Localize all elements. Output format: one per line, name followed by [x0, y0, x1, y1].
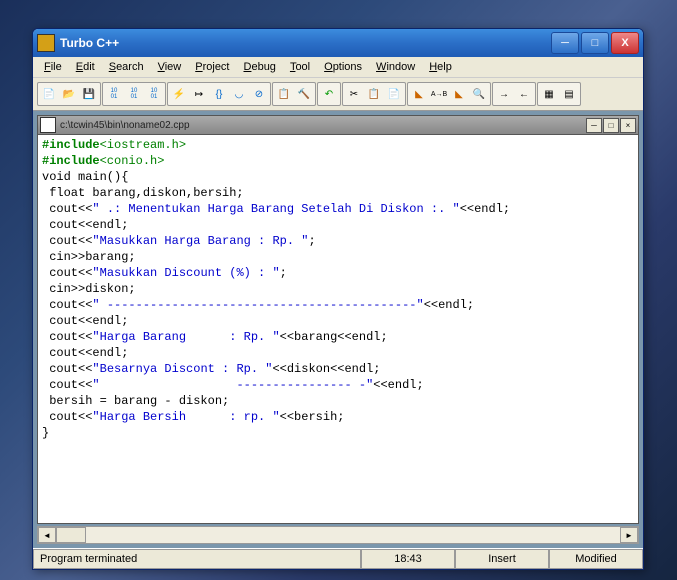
menu-search[interactable]: Search — [102, 59, 151, 75]
binary2-icon[interactable]: 1001 — [124, 84, 144, 104]
watch-icon[interactable]: ◡ — [229, 84, 249, 104]
compile-icon[interactable]: 📋 — [274, 84, 294, 104]
scroll-right-button[interactable]: ► — [620, 527, 638, 543]
close-button[interactable]: X — [611, 32, 639, 54]
code-editor[interactable]: #include<iostream.h> #include<conio.h> v… — [37, 135, 639, 524]
app-icon — [37, 34, 55, 52]
status-mode: Insert — [455, 549, 549, 569]
document-titlebar[interactable]: c:\tcwin45\bin\noname02.cpp ─ □ × — [37, 115, 639, 135]
step-icon[interactable]: ↦ — [189, 84, 209, 104]
new-file-icon[interactable]: 📄 — [39, 84, 59, 104]
toolbar: 📄 📂 💾 1001 1001 1001 ⚡ ↦ {} ◡ ⊘ 📋 🔨 ↶ ✂ … — [33, 78, 643, 111]
menu-project[interactable]: Project — [188, 59, 236, 75]
titlebar[interactable]: Turbo C++ ─ □ X — [33, 29, 643, 57]
menu-help[interactable]: Help — [422, 59, 459, 75]
menu-tool[interactable]: Tool — [283, 59, 317, 75]
run-icon[interactable]: ⚡ — [169, 84, 189, 104]
replace-icon[interactable]: A→B — [429, 84, 449, 104]
scroll-thumb[interactable] — [56, 527, 86, 543]
undo-icon[interactable]: ↶ — [319, 84, 339, 104]
client-area: c:\tcwin45\bin\noname02.cpp ─ □ × #inclu… — [33, 111, 643, 548]
copy-icon[interactable]: 📋 — [364, 84, 384, 104]
window1-icon[interactable]: ▦ — [539, 84, 559, 104]
prev-icon[interactable]: ← — [514, 84, 534, 104]
status-position: 18:43 — [361, 549, 455, 569]
open-file-icon[interactable]: 📂 — [59, 84, 79, 104]
menubar: File Edit Search View Project Debug Tool… — [33, 57, 643, 78]
scroll-track[interactable] — [56, 527, 620, 543]
doc-maximize-button[interactable]: □ — [603, 118, 619, 133]
menu-edit[interactable]: Edit — [69, 59, 102, 75]
menu-options[interactable]: Options — [317, 59, 369, 75]
doc-close-button[interactable]: × — [620, 118, 636, 133]
document-path: c:\tcwin45\bin\noname02.cpp — [60, 120, 585, 131]
goto-icon[interactable]: → — [494, 84, 514, 104]
binary1-icon[interactable]: 1001 — [104, 84, 124, 104]
menu-view[interactable]: View — [151, 59, 189, 75]
paste-icon[interactable]: 📄 — [384, 84, 404, 104]
cut-icon[interactable]: ✂ — [344, 84, 364, 104]
stop-icon[interactable]: ⊘ — [249, 84, 269, 104]
status-message: Program terminated — [33, 549, 361, 569]
window-title: Turbo C++ — [60, 36, 549, 50]
binary3-icon[interactable]: 1001 — [144, 84, 164, 104]
doc-minimize-button[interactable]: ─ — [586, 118, 602, 133]
maximize-button[interactable]: □ — [581, 32, 609, 54]
horizontal-scrollbar[interactable]: ◄ ► — [37, 526, 639, 544]
brush1-icon[interactable]: ◣ — [409, 84, 429, 104]
menu-debug[interactable]: Debug — [237, 59, 283, 75]
save-file-icon[interactable]: 💾 — [79, 84, 99, 104]
find-icon[interactable]: 🔍 — [469, 84, 489, 104]
menu-window[interactable]: Window — [369, 59, 422, 75]
document-icon — [40, 117, 56, 133]
build-icon[interactable]: 🔨 — [294, 84, 314, 104]
trace-icon[interactable]: {} — [209, 84, 229, 104]
brush2-icon[interactable]: ◣ — [449, 84, 469, 104]
minimize-button[interactable]: ─ — [551, 32, 579, 54]
statusbar: Program terminated 18:43 Insert Modified — [33, 548, 643, 569]
status-modified: Modified — [549, 549, 643, 569]
scroll-left-button[interactable]: ◄ — [38, 527, 56, 543]
main-window: Turbo C++ ─ □ X File Edit Search View Pr… — [32, 28, 644, 570]
window2-icon[interactable]: ▤ — [559, 84, 579, 104]
menu-file[interactable]: File — [37, 59, 69, 75]
